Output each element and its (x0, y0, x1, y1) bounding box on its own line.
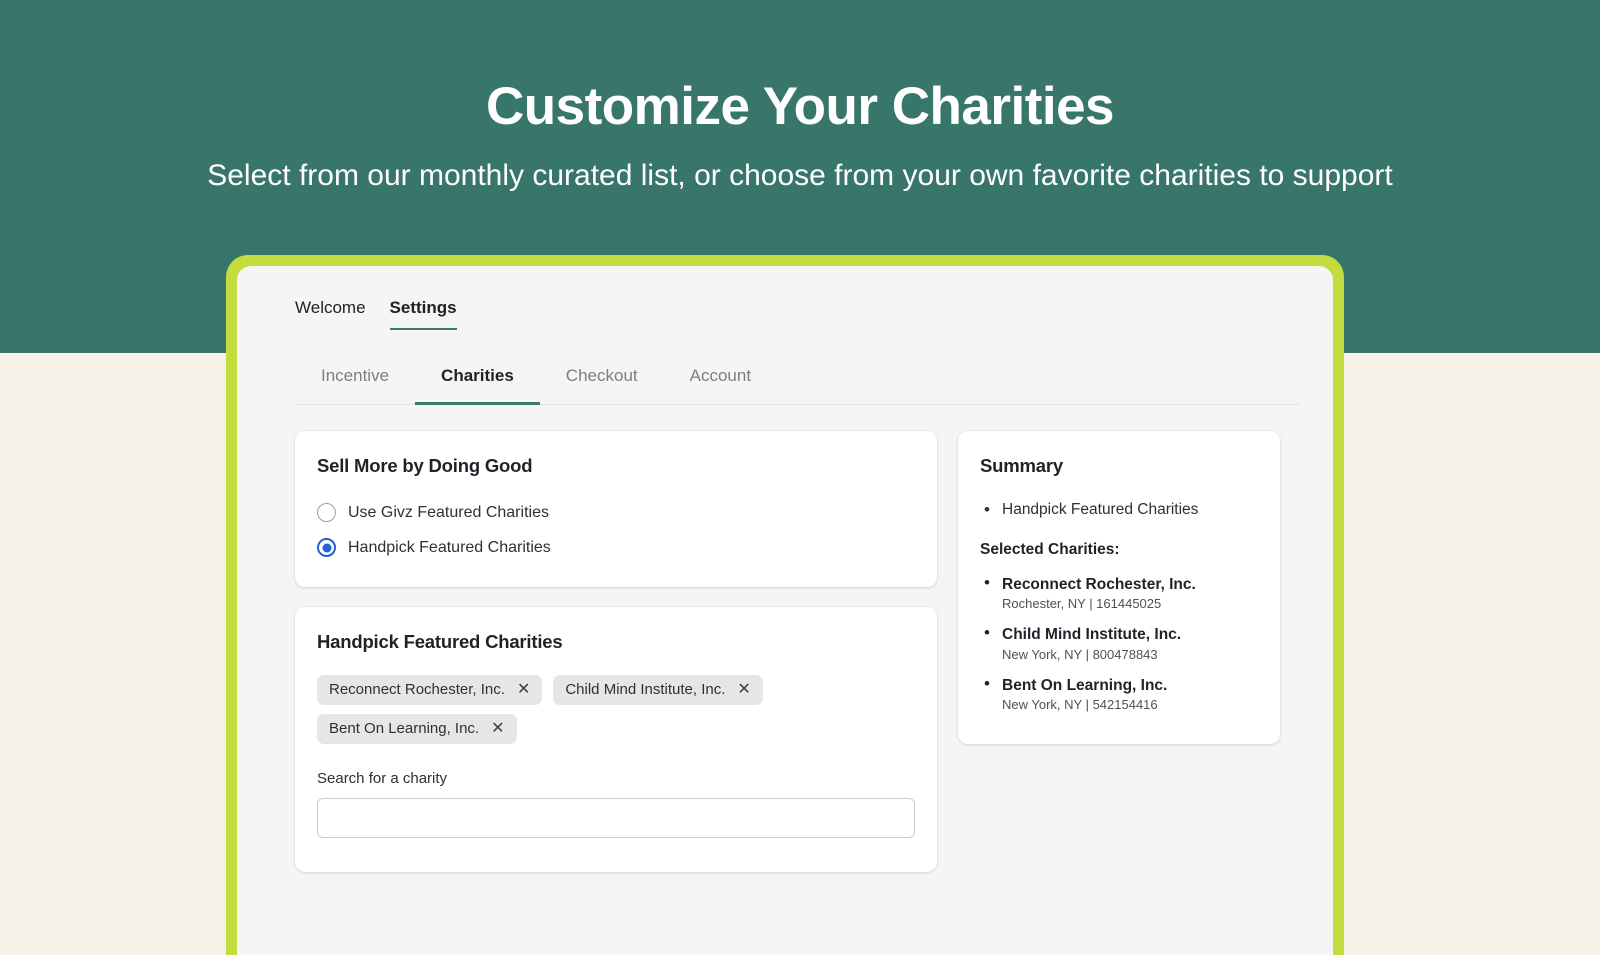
app-window: Welcome Settings Incentive Charities Che… (237, 266, 1333, 955)
close-icon[interactable]: ✕ (737, 681, 750, 698)
radio-label-handpick-featured: Handpick Featured Charities (348, 538, 551, 556)
nav-item-welcome[interactable]: Welcome (295, 298, 366, 330)
charity-meta: Rochester, NY | 161445025 (1002, 596, 1162, 612)
charity-name: Bent On Learning, Inc. (1002, 676, 1168, 694)
chip-label: Child Mind Institute, Inc. (565, 681, 726, 698)
summary-charity-item: Bent On Learning, Inc. New York, NY | 54… (980, 674, 1258, 714)
summary-card: Summary Handpick Featured Charities Sele… (958, 431, 1280, 744)
handpick-card: Handpick Featured Charities Reconnect Ro… (295, 607, 937, 872)
main-column: Sell More by Doing Good Use Givz Feature… (295, 431, 937, 872)
primary-nav: Welcome Settings (295, 298, 457, 330)
chip-child-mind-institute[interactable]: Child Mind Institute, Inc. ✕ (553, 675, 763, 705)
summary-charity-list: Reconnect Rochester, Inc. Rochester, NY … (980, 573, 1258, 714)
selected-charities-heading: Selected Charities: (980, 540, 1120, 558)
chip-label: Reconnect Rochester, Inc. (329, 681, 505, 698)
radio-label-use-givz-featured: Use Givz Featured Charities (348, 503, 549, 521)
summary-bullet-mode: Handpick Featured Charities (980, 498, 1258, 521)
radio-option-handpick-featured[interactable]: Handpick Featured Charities (317, 538, 915, 557)
sell-more-card: Sell More by Doing Good Use Givz Feature… (295, 431, 937, 587)
tab-account[interactable]: Account (664, 366, 777, 405)
settings-tabs: Incentive Charities Checkout Account (295, 366, 1299, 405)
charity-meta: New York, NY | 542154416 (1002, 697, 1158, 713)
settings-content: Sell More by Doing Good Use Givz Feature… (295, 431, 1301, 872)
charity-name: Reconnect Rochester, Inc. (1002, 575, 1196, 593)
handpick-title: Handpick Featured Charities (317, 631, 563, 652)
chip-reconnect-rochester[interactable]: Reconnect Rochester, Inc. ✕ (317, 675, 543, 705)
sell-more-title: Sell More by Doing Good (317, 455, 533, 476)
tab-charities[interactable]: Charities (415, 366, 540, 405)
radio-option-use-givz-featured[interactable]: Use Givz Featured Charities (317, 503, 915, 522)
nav-item-settings[interactable]: Settings (389, 298, 457, 330)
selected-charity-chips: Reconnect Rochester, Inc. ✕ Child Mind I… (317, 675, 787, 744)
summary-charity-item: Reconnect Rochester, Inc. Rochester, NY … (980, 573, 1258, 613)
tab-checkout[interactable]: Checkout (540, 366, 664, 405)
charity-search-input[interactable] (317, 798, 915, 838)
side-column: Summary Handpick Featured Charities Sele… (958, 431, 1280, 744)
charity-search-label: Search for a charity (317, 770, 448, 787)
chip-bent-on-learning[interactable]: Bent On Learning, Inc. ✕ (317, 714, 517, 744)
tab-incentive[interactable]: Incentive (295, 366, 415, 405)
radio-icon-unchecked[interactable] (317, 503, 336, 522)
page-title: Customize Your Charities (485, 77, 1115, 136)
close-icon[interactable]: ✕ (517, 681, 530, 698)
summary-charity-item: Child Mind Institute, Inc. New York, NY … (980, 623, 1258, 663)
charity-name: Child Mind Institute, Inc. (1002, 626, 1182, 644)
page-subtitle: Select from our monthly curated list, or… (207, 159, 1393, 192)
close-icon[interactable]: ✕ (491, 720, 504, 737)
summary-title: Summary (980, 455, 1063, 476)
radio-icon-checked[interactable] (317, 538, 336, 557)
app-frame: Welcome Settings Incentive Charities Che… (226, 255, 1344, 955)
chip-label: Bent On Learning, Inc. (329, 720, 480, 737)
summary-bullet-list: Handpick Featured Charities (980, 498, 1258, 521)
charity-meta: New York, NY | 800478843 (1002, 646, 1158, 662)
charity-mode-radio-group: Use Givz Featured Charities Handpick Fea… (317, 503, 915, 557)
